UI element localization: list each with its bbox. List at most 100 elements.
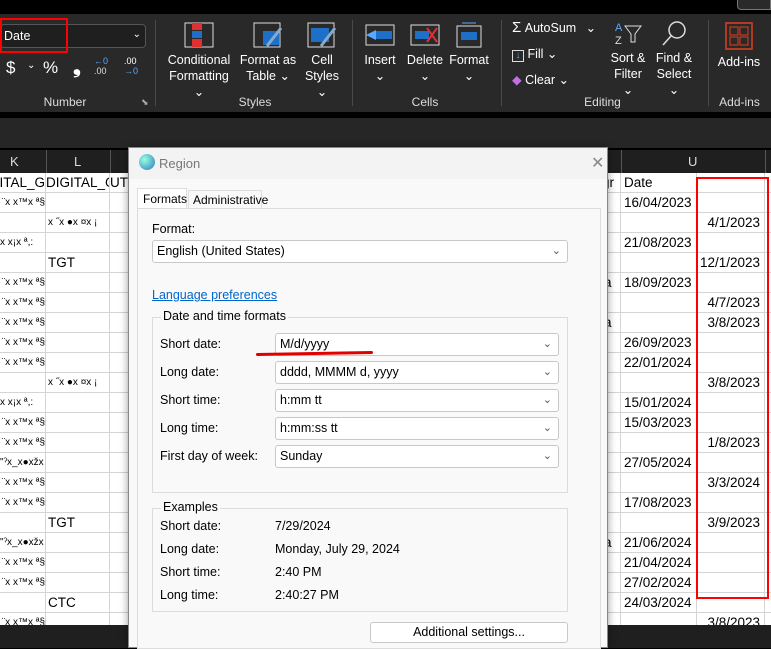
cell-t[interactable]: 27/02/2024 — [621, 573, 697, 593]
cell-m[interactable] — [110, 593, 130, 613]
cell-t[interactable]: 21/06/2024 — [621, 533, 697, 553]
column-header-l[interactable]: L — [74, 154, 81, 169]
cell-m[interactable] — [110, 313, 130, 333]
cell-l[interactable] — [46, 493, 110, 513]
cell-l[interactable] — [46, 553, 110, 573]
cell-m[interactable] — [110, 353, 130, 373]
cell-l[interactable] — [46, 453, 110, 473]
cell-t[interactable]: 24/03/2024 — [621, 593, 697, 613]
addins-button[interactable]: Add-ins — [714, 22, 764, 70]
cell-m[interactable] — [110, 233, 130, 253]
comma-style-button[interactable]: ❟ — [73, 56, 81, 79]
increase-decimal-icon[interactable]: ←0.00 — [94, 56, 108, 76]
cell-l[interactable] — [46, 433, 110, 453]
cell-l[interactable] — [46, 233, 110, 253]
format-field-dropdown[interactable]: h:mm tt ⌄ — [275, 389, 559, 412]
cell-l[interactable]: x ˝x ●x ¤x ¡ — [46, 373, 110, 393]
cell-k[interactable]: :,x x¡x ª — [0, 233, 46, 253]
currency-button[interactable]: $ — [6, 58, 15, 78]
cell-l[interactable]: x ˝x ●x ¤x ¡ — [46, 213, 110, 233]
cell-k[interactable]: §x ¨x x™x ª — [0, 493, 46, 513]
cell-t[interactable] — [621, 313, 697, 333]
cell-k[interactable]: §x ¨x x™x ª — [0, 353, 46, 373]
additional-settings-button[interactable]: Additional settings... — [370, 622, 568, 643]
close-icon[interactable]: ✕ — [591, 153, 604, 173]
cell-k[interactable]: §x ¨x x™x ª — [0, 273, 46, 293]
cell-l[interactable] — [46, 273, 110, 293]
cell-m[interactable] — [110, 193, 130, 213]
insert-button[interactable]: Insert ⌄ — [360, 22, 400, 84]
cell-t[interactable]: 16/04/2023 — [621, 193, 697, 213]
cell-k[interactable] — [0, 593, 46, 613]
cell-t[interactable]: 27/05/2024 — [621, 453, 697, 473]
format-button[interactable]: Format ⌄ — [448, 22, 490, 84]
format-dropdown[interactable]: English (United States) ⌄ — [152, 240, 568, 263]
cell-t[interactable] — [621, 433, 697, 453]
cell-k[interactable]: ˀx_x●xžx" — [0, 533, 46, 553]
cell-m[interactable] — [110, 453, 130, 473]
cell-styles-button[interactable]: Cell Styles ⌄ — [300, 22, 344, 100]
cell-k[interactable] — [0, 513, 46, 533]
cell-t[interactable]: 22/01/2024 — [621, 353, 697, 373]
cell-l[interactable] — [46, 313, 110, 333]
cell-m[interactable] — [110, 293, 130, 313]
cell-k[interactable]: §x ¨x x™x ª — [0, 333, 46, 353]
cell-m[interactable] — [110, 573, 130, 593]
cell-t-header[interactable]: Date — [621, 173, 697, 193]
cell-k[interactable]: §x ¨x x™x ª — [0, 433, 46, 453]
delete-button[interactable]: Delete ⌄ — [404, 22, 446, 84]
cell-k[interactable]: §x ¨x x™x ª — [0, 553, 46, 573]
column-header-u[interactable]: U — [688, 154, 697, 169]
cell-m[interactable] — [110, 533, 130, 553]
format-as-table-button[interactable]: Format as Table ⌄ — [238, 22, 298, 84]
cell-m[interactable] — [110, 253, 130, 273]
chevron-down-icon[interactable]: ⌄ — [27, 60, 35, 71]
cell-m[interactable] — [110, 213, 130, 233]
find-select-button[interactable]: Find & Select ⌄ — [652, 20, 696, 98]
autosum-button[interactable]: Σ AutoSum ⌄ — [512, 20, 596, 36]
decrease-decimal-icon[interactable]: .00 →0 — [124, 56, 138, 76]
cell-m[interactable] — [110, 553, 130, 573]
cell-k-header[interactable]: DIGITAL_G — [0, 173, 46, 193]
format-field-dropdown[interactable]: Sunday ⌄ — [275, 445, 559, 468]
cell-k[interactable] — [0, 373, 46, 393]
cell-t[interactable] — [621, 373, 697, 393]
cell-m[interactable] — [110, 473, 130, 493]
dialog-launcher-icon[interactable]: ⬊ — [141, 97, 149, 108]
cell-l[interactable] — [46, 393, 110, 413]
cell-t[interactable]: 17/08/2023 — [621, 493, 697, 513]
cell-t[interactable]: 21/08/2023 — [621, 233, 697, 253]
cell-l[interactable] — [46, 533, 110, 553]
cell-l[interactable] — [46, 193, 110, 213]
cell-k[interactable]: ˀx_x●xžx" — [0, 453, 46, 473]
language-preferences-link[interactable]: Language preferences — [152, 288, 277, 302]
format-field-dropdown[interactable]: h:mm:ss tt ⌄ — [275, 417, 559, 440]
cell-k[interactable]: §x ¨x x™x ª — [0, 573, 46, 593]
conditional-formatting-button[interactable]: Conditional Formatting ⌄ — [164, 22, 234, 100]
cell-k[interactable]: §x ¨x x™x ª — [0, 193, 46, 213]
cell-k[interactable]: §x ¨x x™x ª — [0, 313, 46, 333]
cell-l-header[interactable]: DIGITAL_G — [46, 173, 110, 193]
cell-l[interactable] — [46, 573, 110, 593]
cell-t[interactable] — [621, 513, 697, 533]
column-header-k[interactable]: K — [10, 154, 19, 169]
cell-l[interactable]: TGT — [46, 253, 110, 273]
fill-button[interactable]: ↓ Fill ⌄ — [512, 46, 557, 62]
cell-k[interactable]: §x ¨x x™x ª — [0, 473, 46, 493]
cell-m[interactable] — [110, 393, 130, 413]
cell-l[interactable] — [46, 293, 110, 313]
cell-l[interactable] — [46, 413, 110, 433]
cell-t[interactable] — [621, 293, 697, 313]
cell-m[interactable] — [110, 513, 130, 533]
cell-t[interactable] — [621, 213, 697, 233]
cell-t[interactable] — [621, 253, 697, 273]
percent-button[interactable]: % — [43, 58, 58, 78]
cell-m[interactable] — [110, 373, 130, 393]
cell-l[interactable]: TGT — [46, 513, 110, 533]
cell-k[interactable]: §x ¨x x™x ª — [0, 413, 46, 433]
cell-t[interactable] — [621, 473, 697, 493]
tab-formats[interactable]: Formats — [137, 188, 187, 208]
cell-t[interactable]: 21/04/2024 — [621, 553, 697, 573]
cell-t[interactable]: 18/09/2023 — [621, 273, 697, 293]
cell-m-header[interactable]: UT — [110, 173, 130, 193]
